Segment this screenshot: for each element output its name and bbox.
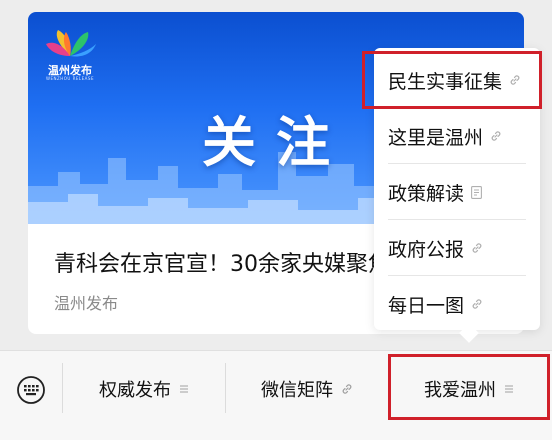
- chat-menu-screen: 温州发布 WENZHOU RELEASE 关注 青科会在京官宣！30余家央媒聚焦…: [0, 0, 552, 440]
- link-icon: [490, 130, 502, 142]
- menu-tab-quanwei-fabu[interactable]: 权威发布: [63, 351, 225, 427]
- link-icon: [509, 74, 521, 86]
- menu-item-zhengce-jiedu[interactable]: 政策解读: [374, 164, 540, 220]
- menu-tab-label: 微信矩阵: [261, 380, 333, 401]
- keyboard-icon: [17, 376, 45, 404]
- menu-item-zhengfu-gongbao[interactable]: 政府公报: [374, 220, 540, 276]
- bottom-menu-bar: 权威发布 微信矩阵 我爱温州: [0, 350, 552, 440]
- menu-tab-weixin-juzhen[interactable]: 微信矩阵: [226, 351, 388, 427]
- menu-lines-icon: [504, 384, 514, 394]
- keyboard-toggle-button[interactable]: [14, 373, 48, 407]
- menu-item-label: 这里是温州: [388, 126, 484, 149]
- menu-item-zheli-shi-wenzhou[interactable]: 这里是温州: [374, 108, 540, 164]
- menu-item-label: 每日一图: [388, 294, 465, 317]
- link-icon: [341, 383, 353, 395]
- menu-lines-icon: [179, 384, 189, 394]
- menu-tab-label: 我爱温州: [424, 380, 496, 401]
- article-source: 温州发布: [54, 294, 119, 313]
- link-icon: [471, 242, 483, 254]
- menu-item-label: 政策解读: [388, 182, 465, 205]
- link-icon: [471, 298, 483, 310]
- menu-item-label: 政府公报: [388, 238, 465, 261]
- menu-tab-label: 权威发布: [99, 380, 171, 401]
- menu-item-minsheng-shishi[interactable]: 民生实事征集: [374, 52, 540, 108]
- menu-item-label: 民生实事征集: [388, 70, 503, 93]
- menu-tab-woai-wenzhou[interactable]: 我爱温州: [389, 351, 549, 427]
- menu-item-meiri-yitu[interactable]: 每日一图: [374, 276, 540, 332]
- logo-subtext: WENZHOU RELEASE: [46, 76, 94, 81]
- submenu-popup: 民生实事征集 这里是温州 政策解读 政府公报 每日一图: [374, 48, 540, 330]
- article-icon: [471, 185, 482, 199]
